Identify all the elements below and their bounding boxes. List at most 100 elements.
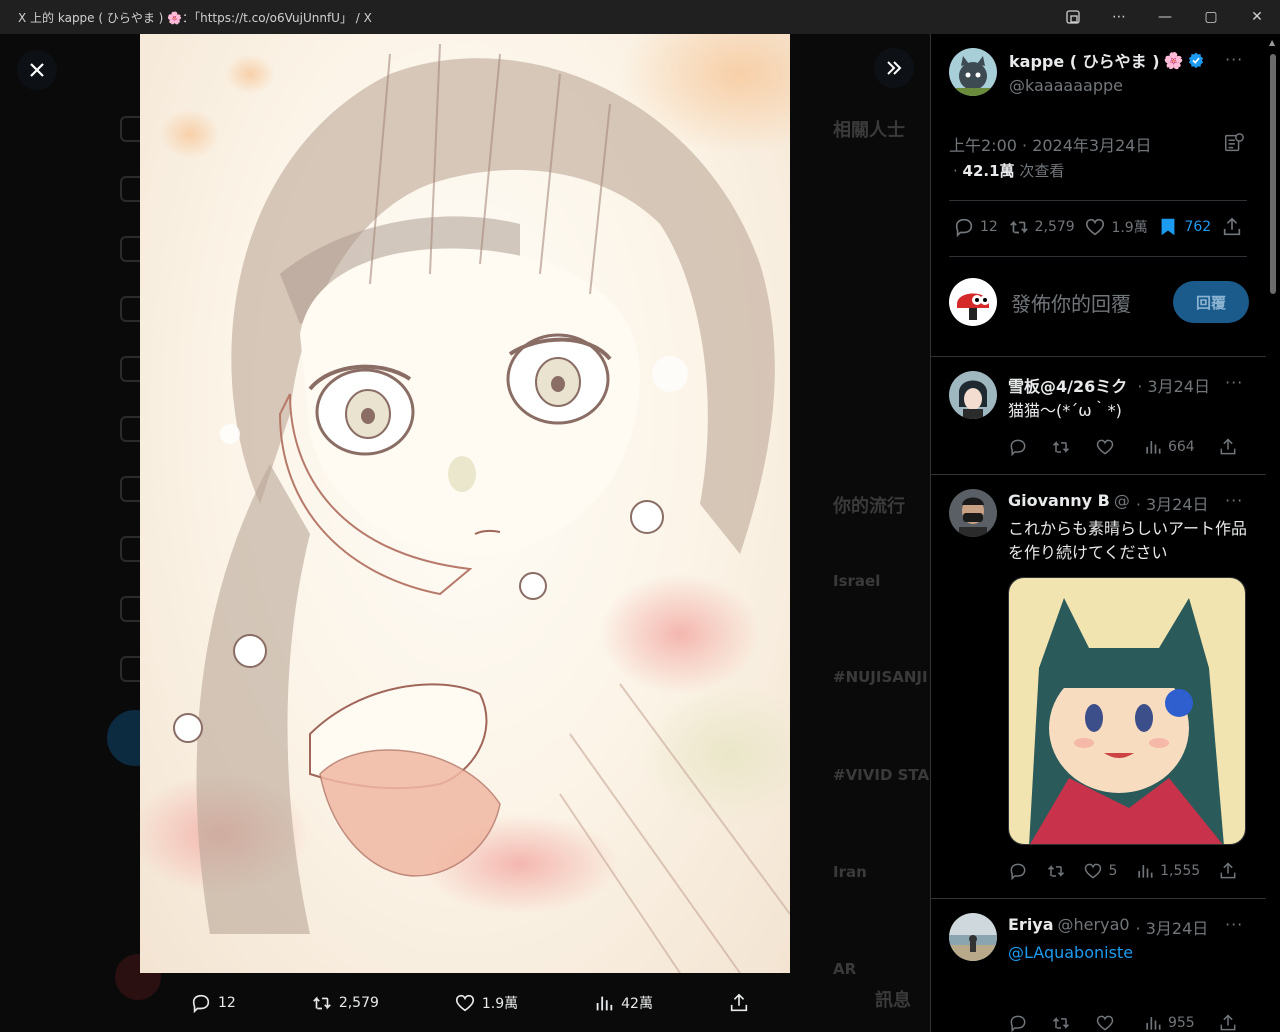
retweet-icon [1053, 441, 1070, 453]
retweet-count: 2,579 [1034, 219, 1075, 235]
reply-mention-link[interactable]: @LAquaboniste [1008, 941, 1248, 965]
close-media-button[interactable] [17, 50, 57, 90]
screen-icon[interactable] [1050, 0, 1096, 34]
reply-reply-button[interactable] [1008, 1013, 1028, 1032]
reply-like-count: 5 [1108, 863, 1118, 879]
reply-more-icon[interactable]: ··· [1225, 373, 1243, 392]
reply-author-name[interactable]: Eriya [1008, 915, 1054, 939]
reply-views-count: 664 [1167, 439, 1195, 455]
share-button[interactable] [1221, 216, 1243, 238]
reply-views-button[interactable]: 664 [1143, 437, 1195, 457]
media-action-bar: 12 2,579 1.9萬 42萬 [190, 985, 750, 1021]
reply-timestamp[interactable]: · 3月24日 [1136, 915, 1209, 939]
reply-input[interactable]: 發佈你的回覆 [1011, 288, 1173, 317]
reply-retweet-button[interactable] [1051, 437, 1071, 457]
reply-media-image[interactable] [1008, 577, 1246, 845]
maximize-icon[interactable]: ▢ [1188, 0, 1234, 34]
media-share-button[interactable] [728, 992, 750, 1014]
reply-timestamp[interactable]: · 3月24日 [1136, 491, 1209, 515]
reply-author-handle[interactable]: @ [1114, 491, 1130, 515]
messages-drawer-label: 訊息 [875, 990, 911, 1011]
reply-retweet-button[interactable] [1051, 1013, 1071, 1032]
bookmark-button[interactable]: 762 [1157, 216, 1211, 238]
panel-scrollbar[interactable]: ▲ ▼ [1266, 34, 1280, 1032]
reply-timestamp[interactable]: · 3月24日 [1137, 373, 1210, 397]
media-retweet-button[interactable]: 2,579 [311, 992, 379, 1014]
my-avatar [949, 278, 997, 326]
bookmark-icon [1162, 218, 1175, 236]
reply-item[interactable]: Eriya @herya0 · 3月24日 ··· @LAquaboniste … [931, 899, 1266, 1032]
author-name[interactable]: kappe ( ひらやま ) 🌸 [1009, 48, 1205, 72]
reply-avatar[interactable] [949, 371, 997, 419]
reply-like-button[interactable] [1095, 437, 1120, 457]
share-icon [1220, 438, 1236, 455]
reply-share-button[interactable] [1218, 1013, 1238, 1032]
related-heading: 相關人士 [833, 120, 905, 141]
expand-panel-button[interactable] [874, 48, 914, 88]
window-close-icon[interactable]: ✕ [1234, 0, 1280, 34]
reply-reply-button[interactable] [1008, 437, 1028, 457]
tweet-timestamp[interactable]: 上午2:00 · 2024年3月24日 [949, 132, 1151, 156]
reply-like-button[interactable] [1095, 1013, 1120, 1032]
media-image [140, 34, 790, 973]
scroll-up-arrow-icon[interactable]: ▲ [1269, 38, 1277, 47]
reply-more-icon[interactable]: ··· [1225, 491, 1243, 510]
trend-item: AR [833, 960, 857, 978]
tweet-author[interactable]: kappe ( ひらやま ) 🌸 @kaaaaaappe [949, 48, 1205, 96]
reply-submit-button[interactable]: 回覆 [1173, 281, 1249, 323]
trending-heading: 你的流行 [833, 496, 905, 517]
retweet-button[interactable]: 2,579 [1008, 216, 1075, 238]
reply-views-count: 1,555 [1160, 863, 1201, 879]
reply-actions: 664 [1008, 437, 1238, 457]
reply-share-button[interactable] [1218, 861, 1238, 881]
media-like-button[interactable]: 1.9萬 [454, 992, 518, 1014]
window-titlebar: X 上的 kappe ( ひらやま ) 🌸：「https://t.co/o6Vu… [0, 0, 1280, 34]
like-count: 1.9萬 [481, 996, 519, 1012]
trend-item: #VIVID STA [833, 766, 930, 784]
retweet-icon [1047, 865, 1064, 877]
reply-views-button[interactable]: 955 [1143, 1013, 1195, 1032]
reply-icon [1010, 863, 1026, 881]
reply-composer: 發佈你的回覆 回覆 [949, 278, 1249, 326]
heart-icon [455, 994, 474, 1012]
reply-item[interactable]: Giovanny B @ · 3月24日 ··· これからも素晴らしいアート作品… [931, 475, 1266, 897]
tweet-panel: kappe ( ひらやま ) 🌸 @kaaaaaappe ··· 上午2:00 … [930, 34, 1266, 1032]
media-views-button[interactable]: 42萬 [593, 992, 653, 1014]
media-reply-button[interactable]: 12 [190, 992, 236, 1014]
reply-views-count: 955 [1167, 1015, 1195, 1031]
double-chevron-right-icon [887, 61, 902, 75]
bookmark-count: 762 [1184, 219, 1212, 235]
reply-button[interactable]: 12 [953, 216, 998, 238]
share-icon [730, 993, 748, 1012]
author-handle[interactable]: @kaaaaaappe [1009, 76, 1205, 95]
reply-text: 猫猫～(*´ω｀*) [1008, 401, 1122, 420]
reply-share-button[interactable] [1218, 437, 1238, 457]
like-button[interactable]: 1.9萬 [1084, 216, 1148, 238]
community-notes-icon[interactable] [1223, 132, 1245, 154]
retweet-icon [312, 996, 331, 1010]
reply-reply-button[interactable] [1008, 861, 1028, 881]
scrollbar-thumb[interactable] [1270, 54, 1276, 294]
reply-like-button[interactable]: 5 [1083, 861, 1117, 881]
reply-item[interactable]: 雪板@4/26ミク · 3月24日 ··· 猫猫～(*´ω｀*) 664 [931, 357, 1266, 473]
reply-avatar[interactable] [949, 489, 997, 537]
reply-icon [1010, 439, 1026, 457]
heart-icon [1086, 218, 1105, 236]
views-icon [1146, 441, 1161, 454]
tweet-more-icon[interactable]: ··· [1225, 50, 1243, 69]
reply-avatar[interactable] [949, 913, 997, 961]
reply-retweet-button[interactable] [1046, 861, 1066, 881]
reply-views-button[interactable]: 1,555 [1135, 861, 1200, 881]
reply-text: これからも素晴らしいアート作品を作り続けてください [1008, 519, 1248, 562]
views-icon [1146, 1017, 1161, 1030]
reply-icon [1010, 1015, 1026, 1032]
reply-more-icon[interactable]: ··· [1225, 915, 1243, 934]
minimize-icon[interactable]: — [1142, 0, 1188, 34]
reply-author-name[interactable]: Giovanny B [1008, 491, 1110, 515]
reply-author-name[interactable]: 雪板@4/26ミク [1008, 373, 1127, 397]
author-avatar[interactable] [949, 48, 997, 96]
reply-author-handle[interactable]: @herya0 [1058, 915, 1130, 939]
divider [949, 256, 1247, 257]
retweet-icon [1009, 220, 1028, 234]
more-icon[interactable]: ⋯ [1096, 0, 1142, 34]
